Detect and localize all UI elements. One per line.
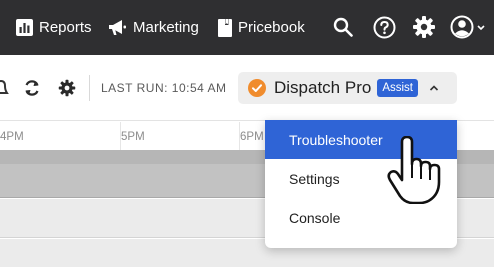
nav-item-reports[interactable]: Reports	[16, 0, 92, 55]
nav-item-label: Marketing	[133, 19, 199, 36]
book-icon	[218, 18, 232, 37]
hour-label: 4PM	[0, 131, 24, 143]
nav-item-label: Reports	[39, 19, 92, 36]
chevron-up-icon	[429, 85, 439, 91]
megaphone-icon	[109, 20, 126, 35]
help-button[interactable]	[371, 14, 397, 40]
hour-label: 6PM	[240, 131, 264, 143]
toolbar-divider	[89, 75, 90, 101]
nav-item-label: Pricebook	[238, 19, 305, 36]
account-icon	[450, 15, 485, 39]
account-menu-button[interactable]	[450, 14, 488, 40]
dispatch-pro-dropdown[interactable]: Dispatch Pro Assist	[238, 72, 457, 104]
gear-button[interactable]	[411, 14, 437, 40]
check-circle-icon	[248, 79, 266, 97]
nav-item-marketing[interactable]: Marketing	[108, 0, 199, 55]
settings-button[interactable]	[56, 77, 78, 99]
gear-icon	[413, 16, 435, 38]
last-run-label: LAST RUN: 10:54 AM	[101, 81, 227, 95]
bell-icon	[0, 79, 9, 94]
assist-badge: Assist	[377, 79, 418, 97]
refresh-button[interactable]	[21, 77, 43, 99]
nav-item-pricebook[interactable]: Pricebook	[218, 0, 305, 55]
dispatch-pro-label: Dispatch Pro	[274, 78, 372, 97]
gear-icon	[58, 79, 76, 97]
search-button[interactable]	[330, 14, 356, 40]
top-nav-bar: Reports Marketing Pricebook	[0, 0, 494, 55]
hour-label: 5PM	[121, 131, 145, 143]
bar-chart-icon	[16, 19, 33, 36]
help-icon	[373, 16, 395, 38]
dispatch-toolbar: LAST RUN: 10:54 AM Dispatch Pro Assist	[0, 55, 494, 121]
bell-button[interactable]	[0, 77, 12, 99]
hand-pointer-cursor-icon	[387, 136, 441, 204]
refresh-icon	[25, 80, 39, 96]
search-icon	[333, 17, 353, 37]
